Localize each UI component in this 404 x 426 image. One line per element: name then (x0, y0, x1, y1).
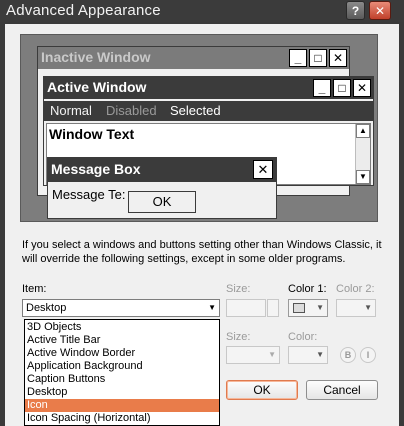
list-item-highlighted[interactable]: Icon (25, 399, 219, 412)
preview-menu-bar[interactable]: Normal Disabled Selected (44, 101, 373, 121)
list-item[interactable]: Application Background (25, 360, 219, 373)
chevron-down-icon[interactable]: ▼ (208, 303, 216, 312)
message-box-title-bar[interactable]: Message Box ✕ (48, 158, 276, 182)
color2-picker[interactable]: ▼ (336, 299, 376, 317)
close-button[interactable]: ✕ (369, 1, 391, 20)
close-icon[interactable]: ✕ (253, 160, 273, 179)
close-icon[interactable]: ✕ (329, 49, 347, 67)
window-text: Window Text (49, 126, 135, 142)
color1-picker[interactable]: ▼ (288, 299, 328, 317)
inactive-title-bar[interactable]: Inactive Window _ □ ✕ (38, 47, 349, 69)
inactive-window-title: Inactive Window (41, 49, 151, 65)
font-color-picker[interactable]: ▼ (288, 346, 328, 364)
appearance-preview[interactable]: Inactive Window _ □ ✕ Active Window _ □ … (20, 34, 378, 222)
maximize-icon[interactable]: □ (309, 49, 327, 67)
list-item[interactable]: Active Title Bar (25, 334, 219, 347)
font-size-label: Size: (226, 331, 251, 343)
item-size-input[interactable] (226, 299, 266, 317)
color2-label: Color 2: (336, 283, 375, 295)
font-size-combobox[interactable]: ▼ (226, 346, 280, 364)
advanced-appearance-dialog: Advanced Appearance ? ✕ Inactive Window … (0, 0, 404, 426)
menu-selected[interactable]: Selected (170, 103, 221, 118)
menu-normal[interactable]: Normal (50, 103, 92, 118)
list-item[interactable]: Active Window Border (25, 347, 219, 360)
chevron-down-icon: ▼ (316, 350, 324, 359)
color1-label: Color 1: (288, 283, 327, 295)
list-item[interactable]: Desktop (25, 386, 219, 399)
help-button[interactable]: ? (346, 1, 365, 20)
menu-disabled[interactable]: Disabled (106, 103, 157, 118)
item-size-label: Size: (226, 283, 251, 295)
override-hint: If you select a windows and buttons sett… (22, 239, 382, 265)
list-item[interactable]: 3D Objects (25, 321, 219, 334)
bold-button[interactable]: B (340, 347, 356, 363)
title-bar[interactable]: Advanced Appearance ? ✕ (0, 0, 404, 22)
preview-scrollbar[interactable]: ▲ ▼ (355, 124, 370, 184)
scroll-down-icon[interactable]: ▼ (356, 170, 370, 184)
message-box-title: Message Box (51, 161, 141, 177)
ok-button[interactable]: OK (226, 380, 298, 400)
minimize-icon[interactable]: _ (289, 49, 307, 67)
chevron-down-icon: ▼ (364, 303, 372, 312)
message-box-ok-button[interactable]: OK (128, 191, 196, 213)
italic-button[interactable]: I (360, 347, 376, 363)
active-window-title: Active Window (47, 79, 147, 95)
item-combobox[interactable]: Desktop ▼ (22, 299, 220, 317)
item-dropdown-list[interactable]: 3D Objects Active Title Bar Active Windo… (24, 319, 220, 426)
maximize-icon[interactable]: □ (333, 79, 351, 97)
list-item[interactable]: Icon Spacing (Horizontal) (25, 412, 219, 425)
chevron-down-icon: ▼ (316, 303, 324, 312)
color-swatch (293, 303, 305, 313)
active-title-bar[interactable]: Active Window _ □ ✕ (44, 77, 373, 99)
item-selected-value: Desktop (26, 302, 67, 314)
item-label: Item: (22, 283, 47, 295)
close-icon[interactable]: ✕ (353, 79, 371, 97)
scroll-up-icon[interactable]: ▲ (356, 124, 370, 138)
cancel-button[interactable]: Cancel (306, 380, 378, 400)
list-item[interactable]: Caption Buttons (25, 373, 219, 386)
preview-message-box[interactable]: Message Box ✕ Message Te: OK (47, 157, 277, 219)
dialog-title: Advanced Appearance (6, 2, 161, 19)
item-size-spinner[interactable] (267, 299, 279, 317)
minimize-icon[interactable]: _ (313, 79, 331, 97)
message-box-text: Message Te: (52, 187, 126, 202)
font-color-label: Color: (288, 331, 318, 343)
chevron-down-icon: ▼ (268, 350, 276, 359)
